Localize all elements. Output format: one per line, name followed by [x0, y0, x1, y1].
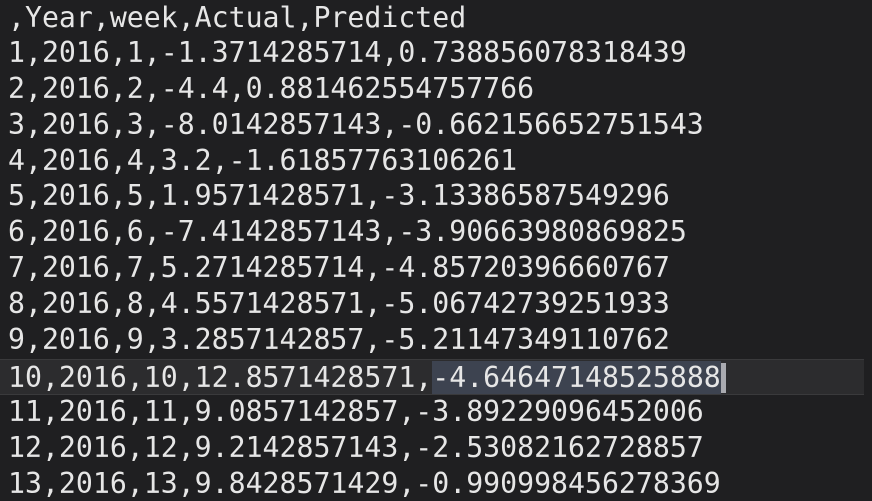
csv-row-line: 7,2016,7,5.2714285714,-4.85720396660767: [8, 251, 670, 284]
csv-row-line: 1,2016,1,-1.3714285714,0.738856078318439: [8, 36, 687, 69]
text-selection[interactable]: -4.64647148525888: [432, 361, 721, 394]
csv-row-line: 3,2016,3,-8.0142857143,-0.66215665275154…: [8, 108, 704, 141]
csv-header-line: ,Year,week,Actual,Predicted: [8, 1, 467, 34]
text-editor[interactable]: ,Year,week,Actual,Predicted 1,2016,1,-1.…: [0, 0, 872, 501]
csv-row-line: 2,2016,2,-4.4,0.881462554757766: [8, 72, 535, 105]
csv-row-line: 11,2016,11,9.0857142857,-3.8922909645200…: [8, 395, 704, 428]
current-line-prefix: 10,2016,10,12.8571428571,: [8, 361, 433, 394]
csv-row-line: 13,2016,13,9.8428571429,-0.9909984562783…: [8, 467, 721, 500]
csv-row-line: 6,2016,6,-7.4142857143,-3.90663980869825: [8, 215, 687, 248]
current-line[interactable]: 10,2016,10,12.8571428571,-4.646471485258…: [0, 359, 864, 395]
csv-row-line: 8,2016,8,4.5571428571,-5.06742739251933: [8, 287, 670, 320]
text-cursor: [720, 363, 726, 393]
csv-row-line: 9,2016,9,3.2857142857,-5.21147349110762: [8, 323, 670, 356]
csv-row-line: 4,2016,4,3.2,-1.61857763106261: [8, 144, 518, 177]
csv-row-line: 5,2016,5,1.9571428571,-3.13386587549296: [8, 179, 670, 212]
csv-row-line: 12,2016,12,9.2142857143,-2.5308216272885…: [8, 431, 704, 464]
